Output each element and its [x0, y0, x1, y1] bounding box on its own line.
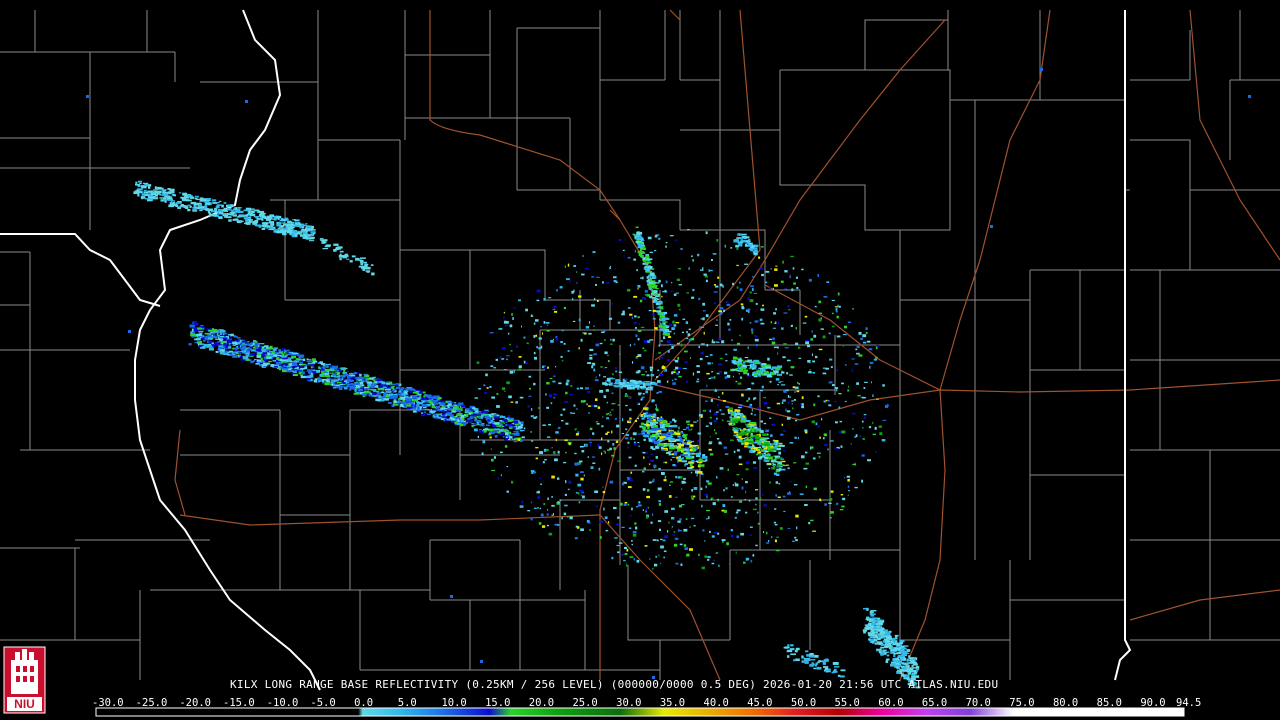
radar-echoes — [86, 68, 1251, 689]
color-scale-tick: -15.0 — [223, 697, 255, 709]
county-boundaries — [0, 10, 1280, 680]
color-scale-tick: -25.0 — [135, 697, 168, 709]
color-scale-tick: 60.0 — [878, 697, 904, 709]
niu-logo-text: NIU — [14, 697, 35, 711]
color-scale-tick: 55.0 — [834, 697, 860, 709]
color-scale-bar — [95, 707, 1185, 717]
color-scale-tick: 85.0 — [1096, 697, 1122, 709]
color-scale-tick: -30.0 — [92, 697, 124, 709]
color-scale-tick: 20.0 — [528, 697, 555, 709]
color-scale-tick: 70.0 — [965, 697, 991, 709]
color-scale-tick: 50.0 — [790, 697, 817, 709]
radar-map — [0, 9, 1280, 717]
color-scale-tick: 25.0 — [572, 697, 598, 709]
color-scale-tick: -10.0 — [266, 697, 299, 709]
color-scale-tick: -20.0 — [179, 697, 211, 709]
color-scale-tick: 45.0 — [747, 697, 773, 709]
color-scale-tick: 94.5 — [1176, 697, 1202, 709]
color-scale-ticks: -30.0 -25.0 -20.0 -15.0 -10.0 -5.0 0.0 5.0 10.0 1… — [92, 697, 1201, 709]
state-boundaries — [0, 9, 1132, 691]
color-scale-tick: 75.0 — [1009, 697, 1035, 709]
color-scale-tick: 10.0 — [441, 697, 467, 709]
color-scale-tick: 5.0 — [397, 697, 417, 709]
color-scale-tick: -5.0 — [310, 697, 336, 709]
product-caption: KILX LONG RANGE BASE REFLECTIVITY (0.25K… — [230, 678, 999, 691]
color-scale-tick: 40.0 — [703, 697, 729, 709]
color-scale-tick: 90.0 — [1140, 697, 1166, 709]
color-scale-tick: 15.0 — [485, 697, 511, 709]
color-scale-tick: 0.0 — [354, 697, 374, 709]
color-scale-tick: 30.0 — [616, 697, 642, 709]
color-scale-tick: 65.0 — [921, 697, 948, 709]
niu-logo: NIU — [3, 646, 46, 714]
color-scale-tick: 80.0 — [1052, 697, 1079, 709]
color-scale-tick: 35.0 — [659, 697, 686, 709]
